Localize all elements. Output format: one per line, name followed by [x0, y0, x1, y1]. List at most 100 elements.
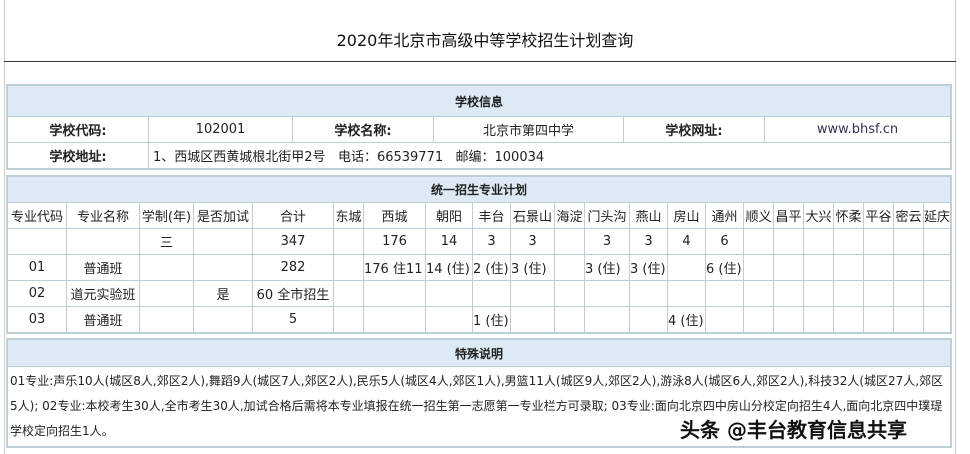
- table-cell: [923, 228, 951, 255]
- divider: [4, 61, 956, 62]
- table-cell: 三: [139, 228, 194, 255]
- table-cell: 4 (住): [667, 306, 706, 333]
- school-address: 1、西城区西黄城根北街甲2号 电话：66539771 邮编：100034: [148, 142, 951, 169]
- table-cell: [833, 280, 864, 307]
- table-cell: [863, 280, 894, 307]
- table-cell: [629, 306, 668, 333]
- table-cell: [773, 254, 804, 281]
- school-address-label: 学校地址:: [7, 142, 149, 169]
- table-cell: [863, 254, 894, 281]
- column-header: 房山: [667, 202, 706, 229]
- table-cell: [893, 280, 924, 307]
- table-cell: [773, 228, 804, 255]
- table-cell: [193, 306, 253, 333]
- table-cell: 14: [425, 228, 473, 255]
- table-cell: [893, 306, 924, 333]
- table-cell: [743, 254, 774, 281]
- table-cell: [833, 306, 864, 333]
- column-header: 西城: [363, 202, 426, 229]
- school-site-label: 学校网址:: [623, 116, 765, 143]
- table-cell: [510, 306, 555, 333]
- table-cell: 02: [7, 280, 67, 307]
- table-cell: [803, 280, 834, 307]
- table-cell: [333, 254, 364, 281]
- table-cell: 5: [252, 306, 334, 333]
- table-cell: [863, 306, 894, 333]
- column-header: 专业代码: [7, 202, 67, 229]
- table-cell: [803, 228, 834, 255]
- table-cell: [139, 280, 194, 307]
- column-header: 石景山: [510, 202, 555, 229]
- column-header: 学制(年): [139, 202, 194, 229]
- table-cell: 282: [252, 254, 334, 281]
- table-cell: 3: [510, 228, 555, 255]
- column-header: 大兴: [803, 202, 834, 229]
- plan-header: 统一招生专业计划: [7, 176, 951, 203]
- column-header: 专业名称: [66, 202, 140, 229]
- school-info-section: 学校信息 学校代码: 102001 学校名称: 北京市第四中学 学校网址: ww…: [6, 84, 952, 170]
- table-cell: [7, 228, 67, 255]
- table-cell: [139, 254, 194, 281]
- notes-header: 特殊说明: [7, 339, 951, 367]
- table-cell: [743, 306, 774, 333]
- table-cell: 176: [363, 228, 426, 255]
- table-cell: [333, 306, 364, 333]
- table-cell: 3: [584, 228, 630, 255]
- column-header: 朝阳: [425, 202, 473, 229]
- column-header: 平谷: [863, 202, 894, 229]
- table-cell: [584, 306, 630, 333]
- table-cell: [893, 228, 924, 255]
- column-header: 门头沟: [584, 202, 630, 229]
- table-cell: [472, 280, 511, 307]
- table-cell: [193, 254, 253, 281]
- table-cell: 3: [629, 228, 668, 255]
- school-site-link[interactable]: www.bhsf.cn: [764, 116, 951, 143]
- table-cell: [333, 280, 364, 307]
- table-row: 02 道元实验班 是 60 全市招生: [7, 280, 951, 307]
- table-cell: [667, 254, 706, 281]
- table-cell: [584, 280, 630, 307]
- table-cell: 03: [7, 306, 67, 333]
- table-cell: [863, 228, 894, 255]
- column-header: 延庆: [923, 202, 951, 229]
- column-header: 合计: [252, 202, 334, 229]
- table-cell: [629, 280, 668, 307]
- table-cell: [554, 228, 585, 255]
- table-cell: [554, 280, 585, 307]
- table-cell: [705, 306, 744, 333]
- table-cell: 176 住11: [363, 254, 426, 281]
- table-cell: 4: [667, 228, 706, 255]
- school-code-label: 学校代码:: [7, 116, 149, 143]
- school-name-label: 学校名称:: [292, 116, 434, 143]
- page-title: 2020年北京市高级中等学校招生计划查询: [336, 31, 634, 50]
- table-cell: [923, 254, 951, 281]
- table-cell: [554, 254, 585, 281]
- table-cell: [510, 280, 555, 307]
- table-cell: 普通班: [66, 254, 140, 281]
- column-header: 东城: [333, 202, 364, 229]
- table-cell: [803, 254, 834, 281]
- column-header: 通州: [705, 202, 744, 229]
- column-header: 海淀: [554, 202, 585, 229]
- column-header: 怀柔: [833, 202, 864, 229]
- table-cell: 14 (住): [425, 254, 473, 281]
- table-cell: [139, 306, 194, 333]
- school-name: 北京市第四中学: [433, 116, 624, 143]
- table-cell: [923, 280, 951, 307]
- table-cell: [773, 280, 804, 307]
- table-cell: 道元实验班: [66, 280, 140, 307]
- table-row: 三 347 176 14 3 3 3 3 4 6: [7, 228, 951, 255]
- table-row: 03 普通班 5 1 (住) 4 (住): [7, 306, 951, 333]
- table-cell: [193, 228, 253, 255]
- table-cell: 3: [472, 228, 511, 255]
- table-row: 01 普通班 282 176 住11 14 (住) 2 (住) 3 (住) 3 (住) 3 (住…: [7, 254, 951, 281]
- table-cell: [667, 280, 706, 307]
- table-cell: 2 (住): [472, 254, 511, 281]
- column-header: 丰台: [472, 202, 511, 229]
- table-cell: [425, 280, 473, 307]
- plan-section: 统一招生专业计划 专业代码 专业名称 学制(年) 是否加试 合计 东城 西城 朝阳 丰台 石景山海…: [6, 175, 952, 334]
- table-cell: 6: [705, 228, 744, 255]
- column-header: 是否加试: [193, 202, 253, 229]
- table-cell: 3 (住): [629, 254, 668, 281]
- table-cell: 347: [252, 228, 334, 255]
